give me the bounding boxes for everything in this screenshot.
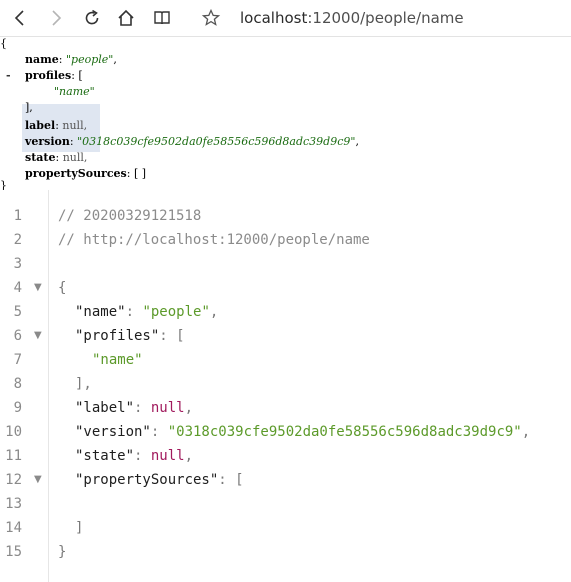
url-host: localhost: [240, 9, 308, 27]
code-line: "state": null,: [75, 448, 194, 464]
code-line: ],: [75, 376, 92, 392]
code-line: // http://localhost:12000/people/name: [58, 232, 370, 248]
refresh-icon[interactable]: [80, 6, 104, 30]
back-arrow-icon[interactable]: [8, 6, 32, 30]
line-number: 8: [13, 376, 22, 392]
code-line: ]: [75, 520, 84, 536]
home-icon[interactable]: [114, 6, 138, 30]
open-brace: {: [0, 37, 7, 50]
code-line: "name": [92, 352, 143, 368]
code-line: "label": null,: [75, 400, 194, 416]
code-line: "name": "people",: [75, 304, 219, 320]
json-row-profiles: profiles: [: [25, 69, 83, 82]
line-number: 13: [5, 496, 22, 512]
reading-view-icon[interactable]: [150, 6, 174, 30]
json-row-name: name: "people",: [25, 53, 117, 66]
json-viewer-panel: { name: "people", - profiles: [ "name" ]…: [0, 36, 571, 192]
line-number: 10: [5, 424, 22, 440]
code-line: // 20200329121518: [58, 208, 202, 224]
line-number: 14: [5, 520, 22, 536]
forward-arrow-icon[interactable]: [44, 6, 68, 30]
collapse-toggle[interactable]: -: [6, 68, 11, 84]
json-row-property-sources: propertySources: [ ]: [25, 167, 147, 180]
code-line: }: [58, 544, 67, 560]
json-row-state: state: null,: [25, 151, 88, 164]
json-row-profiles-close: ],: [25, 101, 33, 114]
line-number: 6: [13, 328, 22, 344]
favorite-star-icon[interactable]: [199, 6, 223, 30]
code-editor[interactable]: 1 2 3 4 ▼ 5 6 ▼ 7 8 9 10 11 12 ▼ 13 14 15 /…: [0, 190, 571, 582]
json-row-profiles-item: "name": [54, 85, 95, 98]
line-number: 2: [13, 232, 22, 248]
line-number: 11: [5, 448, 22, 464]
json-row-version: version: "0318c039cfe9502da0fe58556c596d…: [25, 135, 359, 148]
line-number: 5: [13, 304, 22, 320]
close-brace: }: [0, 179, 7, 192]
line-number: 9: [13, 400, 22, 416]
fold-arrow-icon[interactable]: ▼: [34, 276, 42, 300]
line-number: 7: [13, 352, 22, 368]
fold-arrow-icon[interactable]: ▼: [34, 324, 42, 348]
line-number: 3: [13, 256, 22, 272]
code-line: "profiles": [: [75, 328, 185, 344]
json-row-label: label: null,: [25, 119, 88, 132]
browser-toolbar: localhost:12000/people/name: [0, 0, 571, 37]
code-line: "version": "0318c039cfe9502da0fe58556c59…: [75, 424, 531, 440]
line-number: 15: [5, 544, 22, 560]
code-area[interactable]: // 20200329121518 // http://localhost:12…: [48, 190, 571, 582]
address-bar[interactable]: localhost:12000/people/name: [240, 9, 464, 27]
code-line: "propertySources": [: [75, 472, 244, 488]
url-port-path: :12000/people/name: [307, 9, 464, 27]
line-number: 1: [13, 208, 22, 224]
code-line: {: [58, 280, 67, 296]
fold-arrow-icon[interactable]: ▼: [34, 468, 42, 492]
line-number: 12: [5, 472, 22, 488]
line-gutter: 1 2 3 4 ▼ 5 6 ▼ 7 8 9 10 11 12 ▼ 13 14 15: [0, 190, 49, 582]
line-number: 4: [13, 280, 22, 296]
